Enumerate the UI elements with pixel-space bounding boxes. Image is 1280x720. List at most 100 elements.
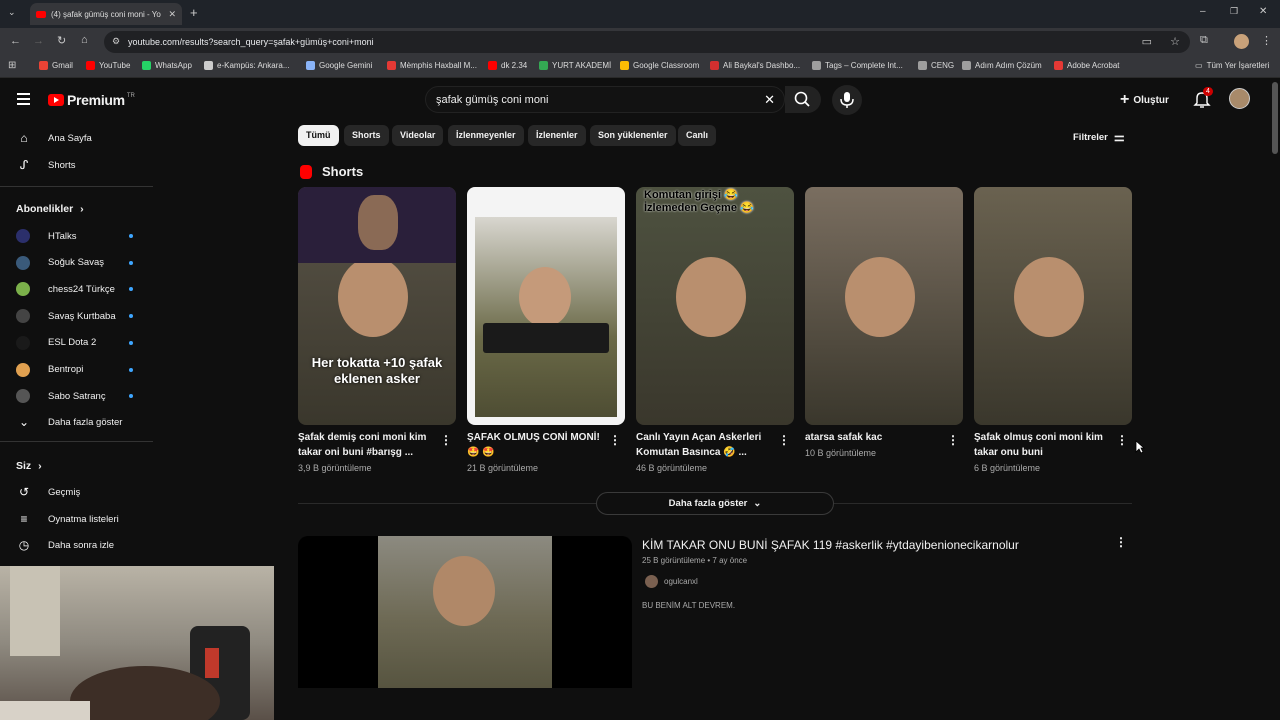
short-thumbnail[interactable]: Komutan girişi 😂 İzlemeden Geçme 😂 xyxy=(636,187,794,425)
extensions-icon[interactable]: ⧉ xyxy=(1200,34,1208,47)
short-views: 3,9 B görüntüleme xyxy=(298,463,372,473)
short-thumbnail[interactable] xyxy=(974,187,1132,425)
filter-chip[interactable]: Canlı xyxy=(678,125,717,146)
video-title[interactable]: KİM TAKAR ONU BUNİ ŞAFAK 119 #askerlik #… xyxy=(642,538,1019,552)
bookmark-item[interactable]: YouTube xyxy=(86,61,130,70)
tab-title: (4) şafak gümüş coni moni - Yo xyxy=(51,9,161,19)
short-more-options-icon[interactable]: ⋮ xyxy=(1116,433,1128,447)
filter-chip[interactable]: Son yüklenenler xyxy=(590,125,676,146)
bookmark-item[interactable]: Google Classroom xyxy=(620,61,699,70)
apps-grid-icon[interactable]: ⊞ xyxy=(8,60,16,71)
voice-search-button[interactable] xyxy=(832,85,862,115)
filter-chip[interactable]: Videolar xyxy=(392,125,444,146)
new-content-dot xyxy=(129,234,133,238)
home-icon[interactable]: ⌂ xyxy=(81,34,88,46)
filters-button[interactable]: Filtreler ⚌ xyxy=(1073,130,1125,144)
tab-search-icon[interactable]: ⌄ xyxy=(8,7,16,18)
youtube-premium-logo[interactable]: Premium TR xyxy=(48,92,135,108)
short-more-options-icon[interactable]: ⋮ xyxy=(778,433,790,447)
bookmark-item[interactable]: Adobe Acrobat xyxy=(1054,61,1119,70)
bookmark-favicon-icon xyxy=(620,61,629,70)
restore-icon[interactable]: ❐ xyxy=(1230,6,1238,17)
close-window-icon[interactable]: ✕ xyxy=(1259,6,1267,17)
new-tab-icon[interactable]: + xyxy=(190,5,198,20)
shorts-show-more-button[interactable]: Daha fazla göster ⌄ xyxy=(596,492,834,515)
sidebar-subscription-item[interactable]: Bentropi xyxy=(16,361,83,379)
sidebar-item-playlists[interactable]: ≡ Oynatma listeleri xyxy=(16,510,118,528)
clear-search-icon[interactable]: ✕ xyxy=(764,92,775,108)
sidebar-item-home[interactable]: ⌂ Ana Sayfa xyxy=(16,129,91,147)
video-meta: 25 B görüntüleme • 7 ay önce xyxy=(642,556,748,565)
bookmark-favicon-icon xyxy=(962,61,971,70)
notifications-button[interactable]: 4 xyxy=(1193,87,1213,113)
bookmark-item[interactable]: e-Kampüs: Ankara... xyxy=(204,61,289,70)
close-tab-icon[interactable]: ✕ xyxy=(168,9,176,20)
bookmark-item[interactable]: Tags – Complete Int... xyxy=(812,61,903,70)
sidebar-subscription-item[interactable]: Savaş Kurtbaba xyxy=(16,307,116,325)
short-title[interactable]: atarsa safak kac xyxy=(805,430,945,445)
you-heading[interactable]: Siz › xyxy=(16,460,42,472)
browser-menu-icon[interactable]: ⋮ xyxy=(1261,34,1272,47)
scrollbar-thumb[interactable] xyxy=(1272,82,1278,154)
minimize-icon[interactable]: – xyxy=(1200,6,1206,17)
sidebar-show-more[interactable]: ⌄ Daha fazla göster xyxy=(16,413,123,431)
url-text: youtube.com/results?search_query=şafak+g… xyxy=(128,37,374,47)
short-title[interactable]: Şafak demiş coni moni kim takar oni buni… xyxy=(298,430,438,460)
browser-tab[interactable]: (4) şafak gümüş coni moni - Yo ✕ xyxy=(30,3,182,25)
bookmark-label: dk 2.34 xyxy=(501,61,528,70)
channel-avatar xyxy=(645,575,658,588)
search-button[interactable] xyxy=(785,86,821,113)
reload-icon[interactable]: ↻ xyxy=(57,34,66,47)
bookmark-item[interactable]: Ali Baykal's Dashbo... xyxy=(710,61,800,70)
bookmark-favicon-icon xyxy=(812,61,821,70)
cast-icon[interactable]: ▭ xyxy=(1142,35,1152,48)
search-input[interactable]: şafak gümüş coni moni ✕ xyxy=(425,86,785,113)
hamburger-menu-icon[interactable] xyxy=(17,93,30,105)
sidebar-item-watch-later[interactable]: ◷ Daha sonra izle xyxy=(16,536,114,554)
short-thumbnail[interactable] xyxy=(805,187,963,425)
bookmark-item[interactable]: Mèmphis Haxball M... xyxy=(387,61,477,70)
address-bar[interactable]: ⚙ youtube.com/results?search_query=şafak… xyxy=(104,31,1190,53)
create-button[interactable]: + Oluştur xyxy=(1120,91,1169,109)
short-thumbnail[interactable]: Her tokatta +10 şafak eklenen asker xyxy=(298,187,456,425)
subscriptions-heading[interactable]: Abonelikler › xyxy=(16,203,84,215)
sidebar-item-history[interactable]: ↺ Geçmiş xyxy=(16,483,80,501)
bookmark-item[interactable]: YURT AKADEMİ xyxy=(539,61,611,70)
sidebar-subscription-item[interactable]: Soğuk Savaş xyxy=(16,254,104,272)
short-title[interactable]: Canlı Yayın Açan Askerleri Komutan Basın… xyxy=(636,430,776,460)
back-icon[interactable]: ← xyxy=(10,35,21,47)
sidebar-subscription-item[interactable]: Sabo Satranç xyxy=(16,387,106,405)
short-title[interactable]: ŞAFAK OLMUŞ CONİ MONİ! 🤩 🤩 xyxy=(467,430,607,460)
plus-icon: + xyxy=(1120,91,1130,108)
filter-chip[interactable]: Tümü xyxy=(298,125,339,146)
forward-icon[interactable]: → xyxy=(33,35,44,47)
short-more-options-icon[interactable]: ⋮ xyxy=(440,433,452,447)
channel-link[interactable]: ogulcanxl xyxy=(645,575,698,588)
filter-chip[interactable]: İzlenmeyenler xyxy=(448,125,524,146)
filter-chip[interactable]: İzlenenler xyxy=(528,125,586,146)
bookmark-item[interactable]: dk 2.34 xyxy=(488,61,527,70)
site-info-icon[interactable]: ⚙ xyxy=(112,36,120,47)
sidebar-subscription-item[interactable]: HTalks xyxy=(16,227,77,245)
bookmark-item[interactable]: Google Gemini xyxy=(306,61,372,70)
account-avatar[interactable] xyxy=(1229,88,1250,109)
bookmark-star-icon[interactable]: ☆ xyxy=(1170,35,1180,48)
sidebar-subscription-item[interactable]: ESL Dota 2 xyxy=(16,334,96,352)
filter-chip[interactable]: Shorts xyxy=(344,125,389,146)
sidebar-subscription-item[interactable]: chess24 Türkçe xyxy=(16,280,115,298)
bookmark-item[interactable]: Gmail xyxy=(39,61,73,70)
notification-count-badge: 4 xyxy=(1203,87,1213,96)
short-thumbnail[interactable] xyxy=(467,187,625,425)
short-more-options-icon[interactable]: ⋮ xyxy=(609,433,621,447)
all-bookmarks[interactable]: ▭ Tüm Yer İşaretleri xyxy=(1195,61,1269,70)
bookmark-item[interactable]: CENG xyxy=(918,61,954,70)
sidebar-item-shorts[interactable]: ᔑ Shorts xyxy=(16,156,76,174)
browser-tab-bar: ⌄ (4) şafak gümüş coni moni - Yo ✕ + – ❐… xyxy=(0,0,1280,28)
subscription-label: Sabo Satranç xyxy=(48,390,106,402)
short-title[interactable]: Şafak olmuş coni moni kim takar onu buni xyxy=(974,430,1114,460)
bookmark-item[interactable]: Adım Adım Çözüm xyxy=(962,61,1042,70)
video-more-options-icon[interactable]: ⋮ xyxy=(1115,535,1127,549)
profile-avatar[interactable] xyxy=(1234,34,1249,49)
short-more-options-icon[interactable]: ⋮ xyxy=(947,433,959,447)
bookmark-item[interactable]: WhatsApp xyxy=(142,61,192,70)
